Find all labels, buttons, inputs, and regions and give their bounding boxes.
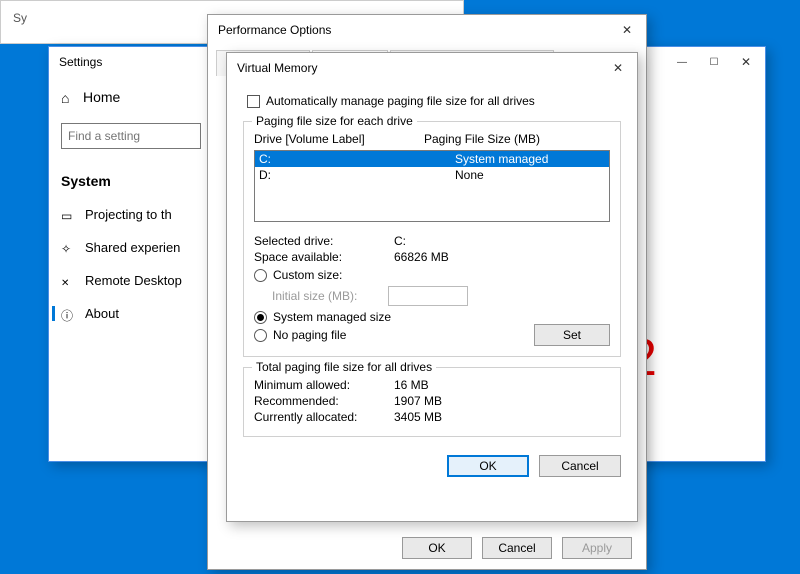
- share-icon: [61, 241, 75, 255]
- close-button[interactable]: [739, 55, 753, 69]
- header-size: Paging File Size (MB): [424, 132, 540, 146]
- sidebar-label: Shared experien: [85, 240, 180, 255]
- system-managed-radio[interactable]: [254, 311, 267, 324]
- ok-button[interactable]: OK: [402, 537, 472, 559]
- custom-size-label: Custom size:: [273, 268, 342, 282]
- drive-label: D:: [255, 168, 455, 182]
- search-input[interactable]: [61, 123, 201, 149]
- sidebar-label: About: [85, 306, 119, 321]
- space-available-label: Space available:: [254, 250, 394, 264]
- info-icon: [61, 307, 75, 321]
- min-allowed-value: 16 MB: [394, 378, 429, 392]
- initial-size-input[interactable]: [388, 286, 468, 306]
- per-drive-group: Paging file size for each drive Drive [V…: [243, 121, 621, 357]
- projector-icon: [61, 208, 75, 222]
- perf-title: Performance Options: [218, 23, 620, 37]
- system-managed-radio-row[interactable]: System managed size: [254, 310, 610, 324]
- drive-row[interactable]: D: None: [255, 167, 609, 183]
- apply-button[interactable]: Apply: [562, 537, 632, 559]
- header-drive: Drive [Volume Label]: [254, 132, 424, 146]
- virtual-memory-dialog: Virtual Memory Automatically manage pagi…: [226, 52, 638, 522]
- group-legend: Total paging file size for all drives: [252, 360, 436, 374]
- initial-size-label: Initial size (MB):: [272, 289, 382, 303]
- auto-manage-label: Automatically manage paging file size fo…: [266, 94, 535, 108]
- close-button[interactable]: [620, 23, 634, 37]
- auto-manage-row[interactable]: Automatically manage paging file size fo…: [243, 91, 621, 111]
- drive-list[interactable]: C: System managed D: None: [254, 150, 610, 222]
- crumb-left: Sy: [13, 11, 27, 25]
- perf-titlebar: Performance Options: [208, 15, 646, 45]
- close-button[interactable]: [611, 61, 625, 75]
- cancel-button[interactable]: Cancel: [539, 455, 621, 477]
- no-paging-radio[interactable]: [254, 329, 267, 342]
- vm-titlebar: Virtual Memory: [227, 53, 637, 83]
- no-paging-label: No paging file: [273, 328, 346, 342]
- ok-button[interactable]: OK: [447, 455, 529, 477]
- system-managed-label: System managed size: [273, 310, 391, 324]
- initial-size-row: Initial size (MB):: [272, 286, 610, 306]
- drive-size: None: [455, 168, 484, 182]
- totals-group: Total paging file size for all drives Mi…: [243, 367, 621, 437]
- minimize-button[interactable]: [675, 54, 689, 70]
- sidebar-label: Remote Desktop: [85, 273, 182, 288]
- drive-label: C:: [255, 152, 455, 166]
- home-label: Home: [83, 89, 120, 105]
- sidebar-label: Projecting to th: [85, 207, 172, 222]
- vm-title: Virtual Memory: [237, 61, 611, 75]
- drive-size: System managed: [455, 152, 548, 166]
- group-legend: Paging file size for each drive: [252, 114, 417, 128]
- custom-size-radio[interactable]: [254, 269, 267, 282]
- selected-drive-label: Selected drive:: [254, 234, 394, 248]
- home-icon: [61, 90, 75, 104]
- selected-drive-value: C:: [394, 234, 406, 248]
- cancel-button[interactable]: Cancel: [482, 537, 552, 559]
- custom-size-radio-row[interactable]: Custom size:: [254, 268, 610, 282]
- allocated-label: Currently allocated:: [254, 410, 394, 424]
- maximize-button[interactable]: [707, 54, 721, 70]
- min-allowed-label: Minimum allowed:: [254, 378, 394, 392]
- auto-manage-checkbox[interactable]: [247, 95, 260, 108]
- recommended-label: Recommended:: [254, 394, 394, 408]
- drive-list-header: Drive [Volume Label] Paging File Size (M…: [254, 130, 610, 148]
- space-available-value: 66826 MB: [394, 250, 449, 264]
- drive-row[interactable]: C: System managed: [255, 151, 609, 167]
- remote-icon: [61, 274, 75, 288]
- set-button[interactable]: Set: [534, 324, 610, 346]
- recommended-value: 1907 MB: [394, 394, 442, 408]
- allocated-value: 3405 MB: [394, 410, 442, 424]
